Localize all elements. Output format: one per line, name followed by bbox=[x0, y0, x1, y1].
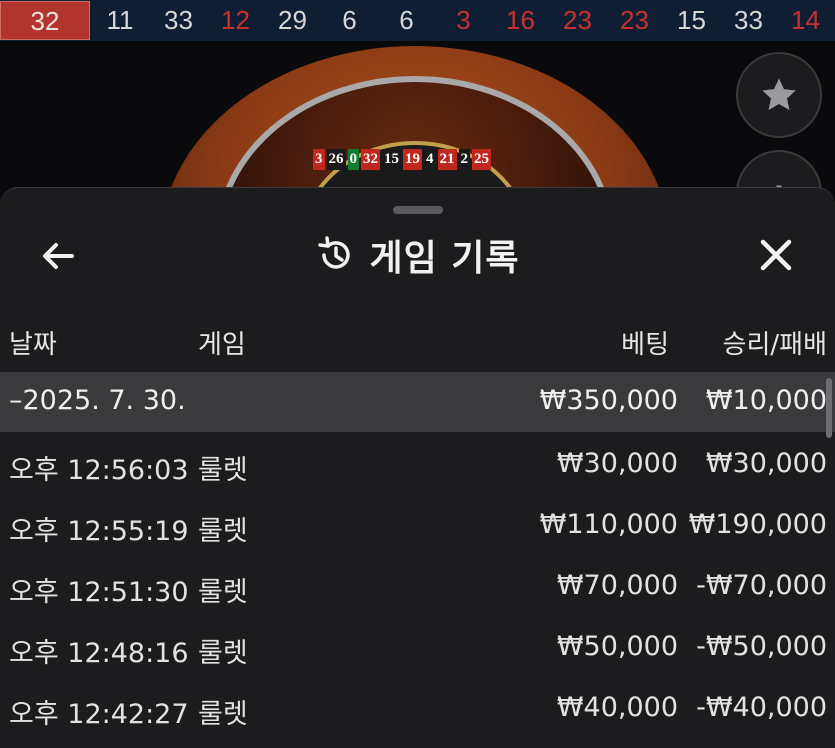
history-row[interactable]: 오후 12:42:27 룰렛 ₩40,000 -₩40,000 bbox=[0, 679, 835, 739]
history-number: 11 bbox=[106, 5, 134, 35]
history-icon bbox=[318, 236, 351, 269]
row-time: 오후 12:51:30 bbox=[9, 577, 189, 608]
scrollbar[interactable] bbox=[826, 378, 832, 438]
history-number: 33 bbox=[734, 5, 763, 35]
row-bet: ₩30,000 bbox=[556, 448, 678, 479]
row-game: 룰렛 bbox=[198, 455, 248, 486]
column-game: 게임 bbox=[198, 330, 246, 360]
history-number: 3 bbox=[456, 5, 471, 35]
history-number: 12 bbox=[221, 5, 250, 35]
row-result: ₩30,000 bbox=[705, 448, 827, 479]
history-row[interactable]: 오후 12:48:16 룰렛 ₩50,000 -₩50,000 bbox=[0, 618, 835, 678]
wheel-pocket-number: 26 bbox=[326, 149, 346, 170]
row-time: 오후 12:42:27 bbox=[9, 699, 189, 730]
row-time: 오후 12:55:19 bbox=[9, 516, 189, 547]
row-result: -₩70,000 bbox=[696, 570, 827, 601]
date-group-row[interactable]: –2025. 7. 30. ₩350,000 ₩10,000 bbox=[0, 372, 835, 432]
sheet-header: 게임 기록 bbox=[0, 230, 835, 280]
history-row[interactable]: 오후 12:56:03 룰렛 ₩30,000 ₩30,000 bbox=[0, 435, 835, 495]
date-group-bet: ₩350,000 bbox=[539, 385, 678, 416]
history-row[interactable]: 오후 12:55:19 룰렛 ₩110,000 ₩190,000 bbox=[0, 496, 835, 556]
wheel-pocket-number: 32 bbox=[361, 149, 380, 170]
wheel-pocket-number: 25 bbox=[472, 149, 491, 170]
row-time: 오후 12:56:03 bbox=[9, 455, 189, 486]
row-result: -₩50,000 bbox=[696, 631, 827, 662]
roulette-wheel-view: 3 26 0 32 15 19 4 21 2 25 bbox=[0, 41, 835, 201]
row-result: ₩190,000 bbox=[688, 509, 827, 540]
wheel-pocket-number: 21 bbox=[437, 149, 457, 170]
star-icon bbox=[762, 78, 796, 111]
row-time: 오후 12:48:16 bbox=[9, 638, 189, 669]
column-bet: 베팅 bbox=[621, 330, 669, 360]
history-number: 32 bbox=[0, 1, 90, 40]
history-row[interactable]: 오후 12:51:30 룰렛 ₩70,000 -₩70,000 bbox=[0, 557, 835, 617]
close-button[interactable] bbox=[755, 234, 797, 276]
date-group-label: –2025. 7. 30. bbox=[9, 385, 186, 416]
column-date: 날짜 bbox=[9, 330, 57, 360]
history-number: 14 bbox=[791, 5, 820, 35]
wheel-pocket-number: 2 bbox=[458, 149, 470, 170]
row-game: 룰렛 bbox=[198, 638, 248, 669]
history-number: 15 bbox=[677, 5, 706, 35]
row-bet: ₩50,000 bbox=[556, 631, 678, 662]
row-bet: ₩70,000 bbox=[556, 570, 678, 601]
favorite-button[interactable] bbox=[736, 52, 822, 138]
row-bet: ₩40,000 bbox=[556, 692, 678, 723]
wheel-pocket-number: 15 bbox=[382, 149, 401, 170]
history-number: 23 bbox=[620, 5, 649, 35]
close-icon bbox=[760, 239, 792, 271]
wheel-number-ring: 3 26 0 32 15 19 4 21 2 25 bbox=[313, 149, 491, 170]
sheet-title: 게임 기록 bbox=[369, 238, 520, 279]
game-history-sheet: 게임 기록 날짜 게임 베팅 승리/패배 –2025. 7. 30. ₩350,… bbox=[0, 187, 835, 748]
date-group-result: ₩10,000 bbox=[705, 385, 827, 416]
row-game: 룰렛 bbox=[198, 699, 248, 730]
column-result: 승리/패배 bbox=[722, 330, 827, 360]
row-bet: ₩110,000 bbox=[539, 509, 678, 540]
row-game: 룰렛 bbox=[198, 577, 248, 608]
wheel-pocket-number: 0 bbox=[347, 149, 359, 170]
table-header: 날짜 게임 베팅 승리/패배 bbox=[0, 324, 835, 360]
row-game: 룰렛 bbox=[198, 516, 248, 547]
sheet-drag-handle[interactable] bbox=[393, 206, 443, 214]
history-number: 6 bbox=[342, 5, 357, 35]
history-number: 29 bbox=[278, 5, 307, 35]
wheel-pocket-number: 3 bbox=[313, 149, 325, 170]
history-number: 33 bbox=[164, 5, 193, 35]
history-number: 23 bbox=[563, 5, 592, 35]
history-number: 16 bbox=[506, 5, 535, 35]
wheel-pocket-number: 4 bbox=[424, 149, 436, 170]
history-number: 6 bbox=[399, 5, 414, 35]
wheel-pocket-number: 19 bbox=[403, 149, 422, 170]
result-history-strip: 32 11 33 12 29 6 6 3 16 23 23 15 33 14 bbox=[0, 0, 835, 41]
row-result: -₩40,000 bbox=[696, 692, 827, 723]
